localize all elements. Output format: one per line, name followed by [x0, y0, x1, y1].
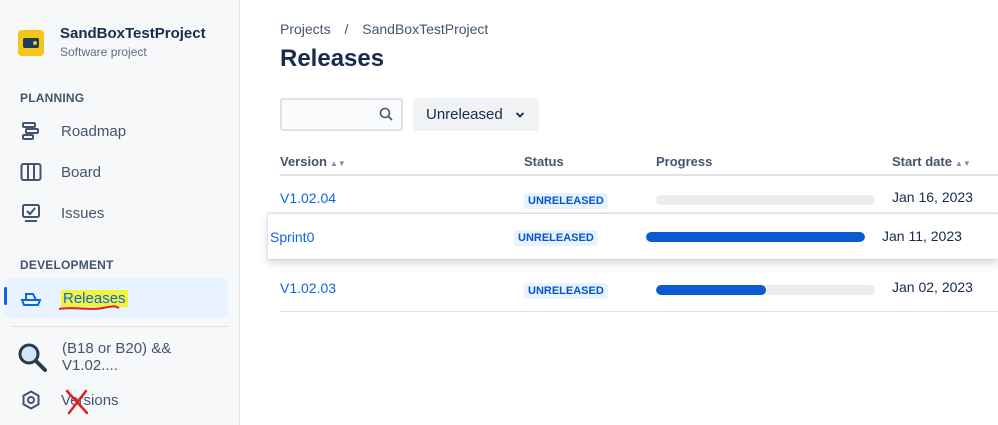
search-icon	[379, 107, 393, 126]
sidebar-item-issues[interactable]: Issues	[4, 193, 228, 233]
sidebar-item-label: Issues	[61, 204, 105, 222]
column-header-status: Status	[524, 154, 564, 169]
sidebar-item-label: Roadmap	[61, 122, 127, 140]
table-row[interactable]: V1.02.04 UNRELEASED Jan 16, 2023	[280, 176, 998, 216]
column-header-progress: Progress	[656, 154, 713, 169]
start-date: Jan 16, 2023	[892, 189, 973, 205]
project-type: Software project	[60, 45, 147, 59]
table-row[interactable]: V1.02.03 UNRELEASED Jan 02, 2023	[280, 266, 998, 306]
project-header[interactable]: SandBoxTestProject Software project	[18, 24, 206, 60]
status-badge: UNRELEASED	[524, 283, 608, 299]
red-underline-annotation	[58, 305, 120, 310]
start-date: Jan 11, 2023	[882, 228, 962, 244]
issues-icon	[20, 202, 42, 224]
dragging-table-row[interactable]: Sprint0 UNRELEASED Jan 11, 2023	[268, 213, 998, 259]
sidebar-item-filter[interactable]: (B18 or B20) && V1.02....	[4, 337, 228, 377]
status-badge: UNRELEASED	[524, 193, 608, 209]
hexagon-icon	[20, 389, 42, 411]
status-filter-dropdown[interactable]: Unreleased	[413, 98, 539, 131]
chevron-down-icon	[515, 111, 525, 119]
column-header-version[interactable]: Version ▲▼	[280, 154, 346, 169]
sidebar-item-label: Board	[61, 163, 102, 181]
progress-bar	[656, 195, 875, 205]
roadmap-icon	[20, 120, 42, 142]
page-title: Releases	[280, 45, 385, 72]
status-badge: UNRELEASED	[514, 230, 598, 246]
sidebar-item-board[interactable]: Board	[4, 152, 228, 192]
search-input[interactable]	[280, 98, 403, 131]
section-title-development: DEVELOPMENT	[20, 258, 114, 272]
version-link[interactable]: V1.02.04	[280, 190, 336, 206]
breadcrumb-separator: /	[344, 21, 349, 37]
ship-icon	[20, 287, 42, 309]
project-name: SandBoxTestProject	[60, 25, 206, 42]
sidebar-item-versions[interactable]: Versions	[4, 380, 228, 420]
breadcrumb-project[interactable]: SandBoxTestProject	[362, 21, 488, 37]
red-cross-annotation	[65, 389, 89, 415]
active-indicator	[4, 287, 7, 305]
progress-bar	[646, 232, 865, 242]
breadcrumb: Projects / SandBoxTestProject	[280, 21, 498, 37]
version-link[interactable]: Sprint0	[270, 229, 314, 245]
sidebar-item-releases[interactable]: Releases	[4, 278, 228, 318]
breadcrumb-projects[interactable]: Projects	[280, 21, 331, 37]
magnifier-icon	[16, 341, 48, 373]
project-avatar-icon	[18, 30, 44, 56]
status-filter-label: Unreleased	[426, 106, 503, 123]
column-header-start-date[interactable]: Start date ▲▼	[892, 154, 971, 169]
sidebar-item-label: (B18 or B20) && V1.02....	[62, 340, 172, 374]
start-date: Jan 02, 2023	[892, 279, 973, 295]
progress-bar	[656, 285, 875, 295]
version-link[interactable]: V1.02.03	[280, 280, 336, 296]
sidebar-divider	[12, 326, 228, 327]
board-icon	[20, 161, 42, 183]
section-title-planning: PLANNING	[20, 91, 85, 105]
table-bottom-divider	[280, 311, 998, 312]
sidebar: SandBoxTestProject Software project PLAN…	[0, 0, 240, 425]
sidebar-item-roadmap[interactable]: Roadmap	[4, 111, 228, 151]
